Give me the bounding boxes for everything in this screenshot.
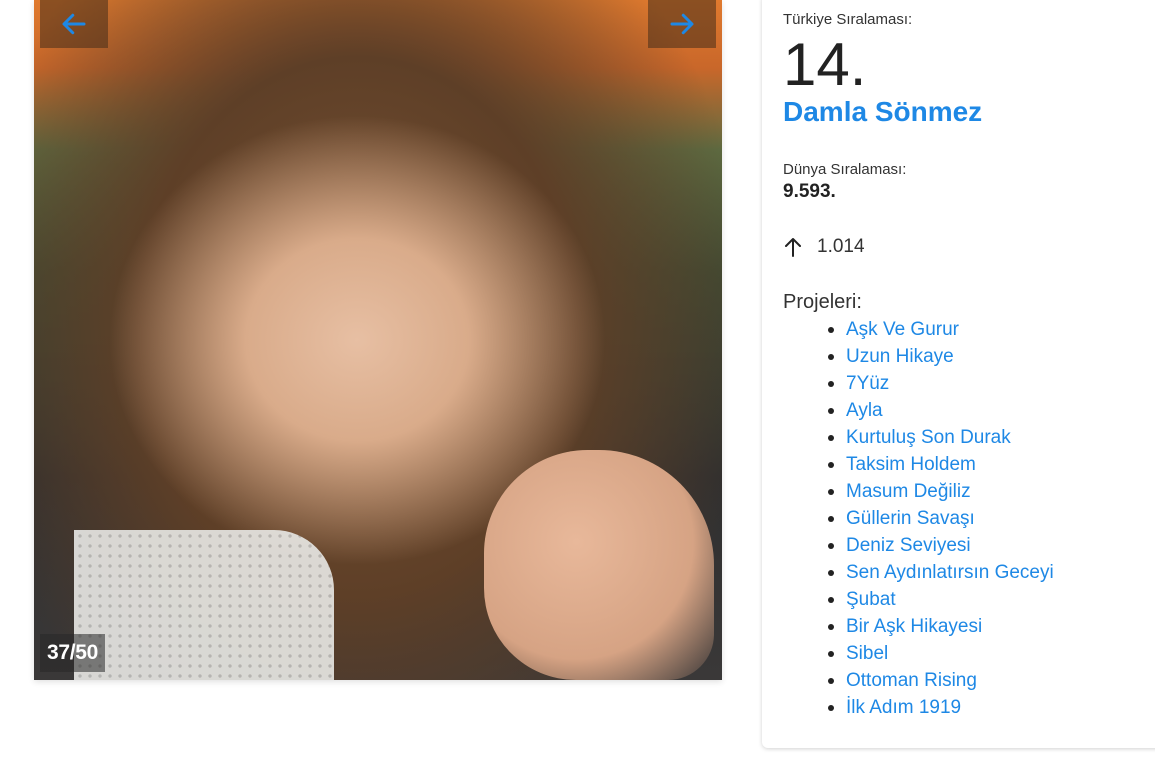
list-item: Ottoman Rising (828, 667, 1054, 694)
list-item: İlk Adım 1919 (828, 694, 1054, 721)
turkey-rank-label: Türkiye Sıralaması: (783, 11, 913, 28)
rank-change: 1.014 (783, 236, 865, 258)
list-item: Sibel (828, 640, 1054, 667)
list-item: Güllerin Savaşı (828, 505, 1054, 532)
list-item: Masum Değiliz (828, 478, 1054, 505)
project-link[interactable]: İlk Adım 1919 (846, 697, 961, 718)
project-link[interactable]: Aşk Ve Gurur (846, 319, 959, 340)
turkey-rank-value: 14. (783, 31, 867, 98)
person-name-link[interactable]: Damla Sönmez (783, 96, 982, 128)
list-item: Taksim Holdem (828, 451, 1054, 478)
list-item: Şubat (828, 586, 1054, 613)
project-link[interactable]: Şubat (846, 589, 896, 610)
list-item: Ayla (828, 397, 1054, 424)
photo-gallery: 37/50 (34, 0, 722, 680)
list-item: Aşk Ve Gurur (828, 316, 1054, 343)
project-link[interactable]: Uzun Hikaye (846, 346, 954, 367)
projects-list: Aşk Ve Gurur Uzun Hikaye 7Yüz Ayla Kurtu… (783, 316, 1054, 721)
project-link[interactable]: Ottoman Rising (846, 670, 977, 691)
next-photo-button[interactable] (648, 0, 716, 48)
project-link[interactable]: 7Yüz (846, 373, 889, 394)
photo-counter: 37/50 (40, 634, 106, 672)
previous-photo-button[interactable] (40, 0, 108, 48)
projects-heading: Projeleri: (783, 291, 862, 313)
project-link[interactable]: Güllerin Savaşı (846, 508, 975, 529)
arrow-left-icon (62, 13, 86, 35)
list-item: Deniz Seviyesi (828, 532, 1054, 559)
list-item: Bir Aşk Hikayesi (828, 613, 1054, 640)
photo-scarf-detail (74, 530, 334, 680)
world-rank-value: 9.593. (783, 181, 836, 202)
arrow-right-icon (670, 13, 694, 35)
project-link[interactable]: Sen Aydınlatırsın Geceyi (846, 562, 1054, 583)
page: 37/50 Türkiye Sıralaması: 14. Damla Sönm… (0, 0, 1155, 764)
list-item: Sen Aydınlatırsın Geceyi (828, 559, 1054, 586)
world-rank-label: Dünya Sıralaması: (783, 161, 907, 178)
photo-hand-detail (484, 450, 714, 680)
project-link[interactable]: Sibel (846, 643, 888, 664)
list-item: Kurtuluş Son Durak (828, 424, 1054, 451)
list-item: Uzun Hikaye (828, 343, 1054, 370)
project-link[interactable]: Bir Aşk Hikayesi (846, 616, 982, 637)
project-link[interactable]: Taksim Holdem (846, 454, 976, 475)
arrow-up-icon (785, 238, 801, 257)
project-link[interactable]: Kurtuluş Son Durak (846, 427, 1011, 448)
project-link[interactable]: Masum Değiliz (846, 481, 971, 502)
rank-change-value: 1.014 (817, 236, 865, 257)
project-link[interactable]: Deniz Seviyesi (846, 535, 971, 556)
list-item: 7Yüz (828, 370, 1054, 397)
project-link[interactable]: Ayla (846, 400, 883, 421)
